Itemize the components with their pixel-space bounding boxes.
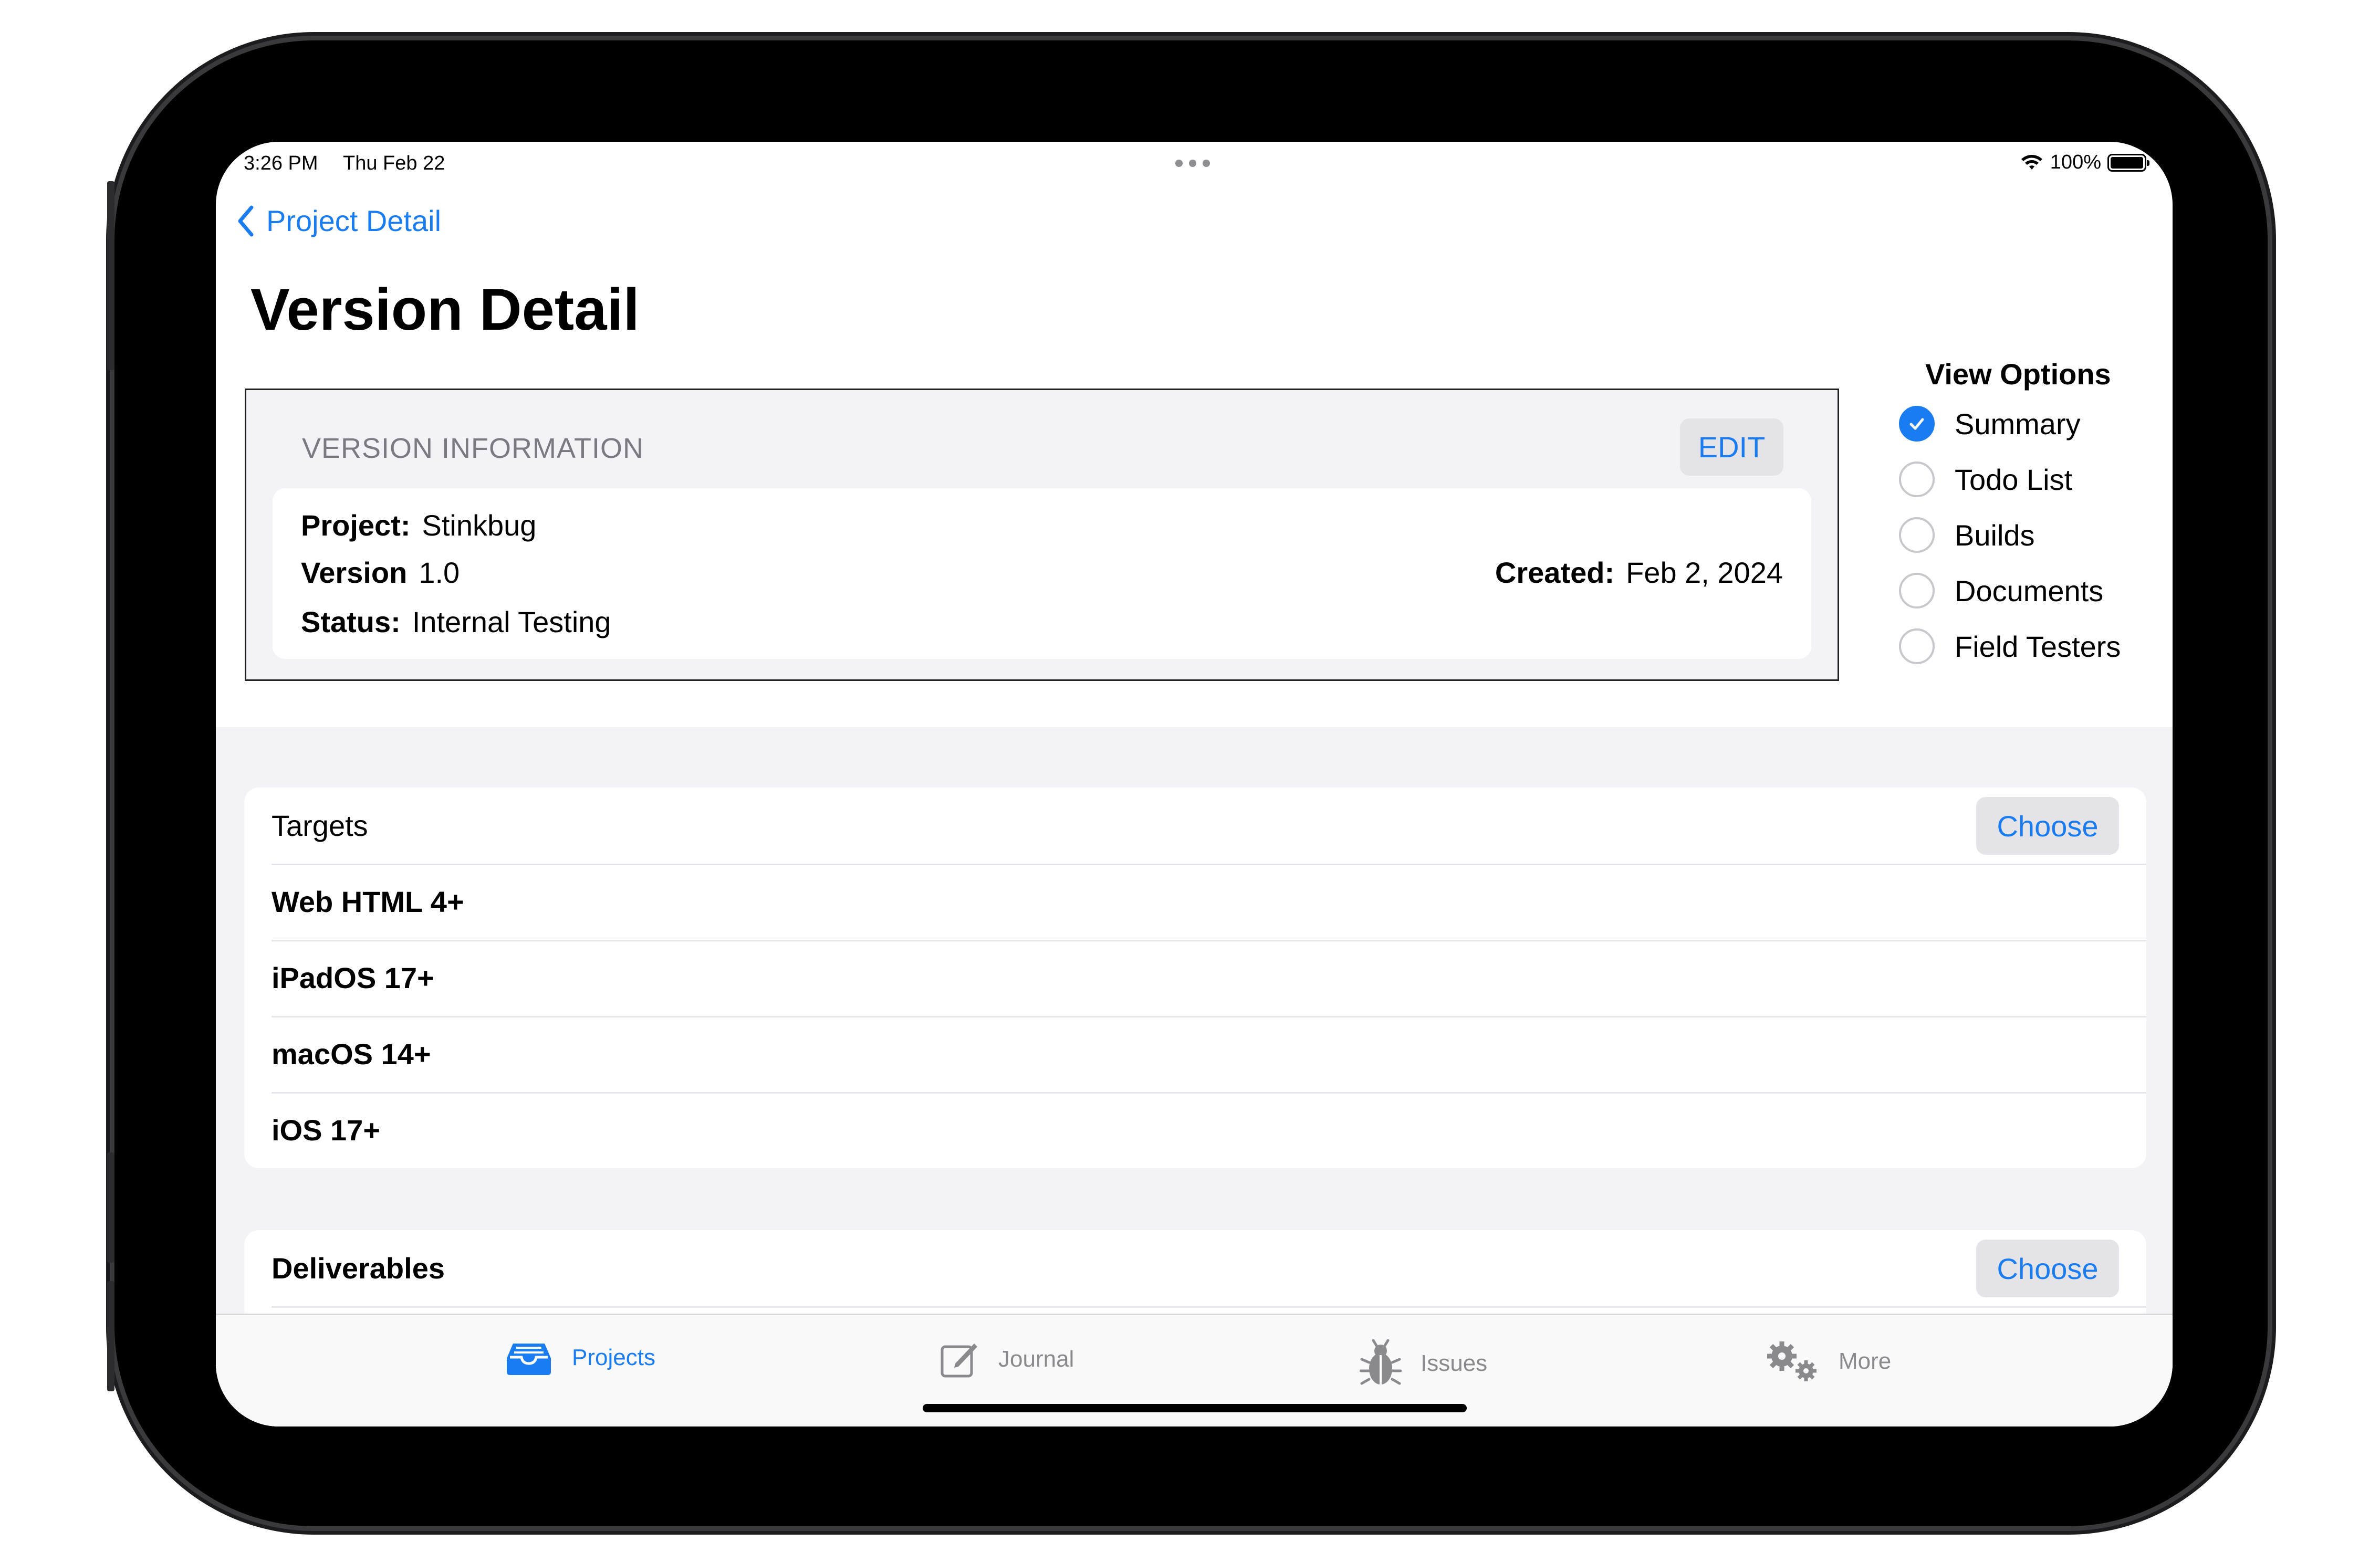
- wifi-icon: [2021, 154, 2042, 170]
- tab-issues[interactable]: Issues: [1360, 1339, 1487, 1388]
- status-time: 3:26 PM: [244, 152, 318, 174]
- created-value: Feb 2, 2024: [1626, 556, 1783, 589]
- view-option-summary[interactable]: Summary: [1899, 406, 2081, 442]
- created-label: Created:: [1495, 556, 1615, 589]
- status-right: 100%: [2020, 151, 2149, 174]
- compose-icon: [941, 1344, 977, 1378]
- view-option-todo-list[interactable]: Todo List: [1899, 461, 2072, 497]
- tab-projects[interactable]: Projects: [505, 1339, 655, 1376]
- list-item[interactable]: iOS 17+: [244, 1092, 2146, 1168]
- volume-down-button: [107, 1281, 114, 1391]
- deliverables-header: Deliverables: [272, 1252, 445, 1285]
- ladybug-icon: [1360, 1339, 1402, 1385]
- page-title: Version Detail: [250, 277, 640, 342]
- circle-icon: [1899, 573, 1935, 609]
- circle-icon: [1899, 628, 1935, 664]
- view-option-field-testers[interactable]: Field Testers: [1899, 628, 2121, 664]
- view-option-builds[interactable]: Builds: [1899, 517, 2035, 553]
- tab-label: Issues: [1421, 1350, 1488, 1376]
- edit-button[interactable]: EDIT: [1680, 418, 1783, 476]
- tab-journal[interactable]: Journal: [940, 1339, 1074, 1379]
- list-item[interactable]: iPadOS 17+: [244, 940, 2146, 1016]
- version-info-body: Project: Stinkbug Version 1.0 Status: In…: [273, 488, 1811, 659]
- created-row: Created: Feb 2, 2024: [1495, 555, 1783, 590]
- list-item[interactable]: macOS 14+: [244, 1016, 2146, 1092]
- back-button[interactable]: Project Detail: [237, 204, 441, 238]
- view-option-documents[interactable]: Documents: [1899, 573, 2103, 609]
- status-bar: 3:26 PM Thu Feb 22 100%: [216, 142, 2173, 184]
- status-date: Thu Feb 22: [343, 152, 445, 174]
- home-indicator[interactable]: [923, 1404, 1467, 1412]
- choose-targets-button[interactable]: Choose: [1976, 797, 2119, 855]
- multitasking-dots[interactable]: [1175, 160, 1210, 167]
- project-label: Project:: [301, 509, 411, 542]
- version-info-card: VERSION INFORMATION EDIT Project: Stinkb…: [245, 389, 1839, 681]
- project-value: Stinkbug: [422, 509, 537, 542]
- view-option-label: Field Testers: [1955, 630, 2121, 663]
- screen: 3:26 PM Thu Feb 22 100% Project Detail V…: [216, 142, 2173, 1426]
- version-value: 1.0: [419, 556, 460, 589]
- tab-label: Projects: [572, 1345, 655, 1370]
- status-row: Status: Internal Testing: [301, 605, 611, 639]
- view-option-label: Documents: [1955, 574, 2104, 607]
- view-options-title: View Options: [1925, 358, 2111, 391]
- version-label: Version: [301, 556, 408, 589]
- top-button: [107, 181, 114, 370]
- battery-icon: [2107, 153, 2149, 172]
- tab-label: Journal: [998, 1346, 1074, 1372]
- view-option-label: Todo List: [1955, 463, 2073, 496]
- checkmark-circle-icon: [1899, 406, 1935, 442]
- tab-more[interactable]: More: [1764, 1339, 1891, 1383]
- chevron-left-icon: [238, 205, 254, 236]
- back-label: Project Detail: [266, 204, 442, 237]
- targets-section: Targets Choose Web HTML 4+ iPadOS 17+ ma…: [244, 788, 2146, 1168]
- view-option-label: Builds: [1955, 518, 2035, 552]
- project-row: Project: Stinkbug: [301, 508, 536, 542]
- version-info-header: VERSION INFORMATION: [302, 433, 644, 464]
- circle-icon: [1899, 461, 1935, 497]
- choose-deliverables-button[interactable]: Choose: [1976, 1240, 2119, 1297]
- tray-icon: [507, 1344, 551, 1375]
- targets-header: Targets: [272, 809, 368, 842]
- volume-up-button: [107, 1152, 114, 1263]
- gears-icon: [1767, 1341, 1817, 1381]
- targets-header-row: Targets Choose: [244, 788, 2146, 864]
- tab-label: More: [1839, 1348, 1892, 1374]
- circle-icon: [1899, 517, 1935, 553]
- view-option-label: Summary: [1955, 407, 2081, 440]
- deliverables-header-row: Deliverables Choose: [244, 1230, 2146, 1306]
- list-item[interactable]: Web HTML 4+: [244, 864, 2146, 940]
- battery-percent: 100%: [2050, 151, 2101, 173]
- status-value: Internal Testing: [412, 605, 611, 638]
- version-row: Version 1.0: [301, 555, 460, 590]
- status-label: Status:: [301, 605, 401, 638]
